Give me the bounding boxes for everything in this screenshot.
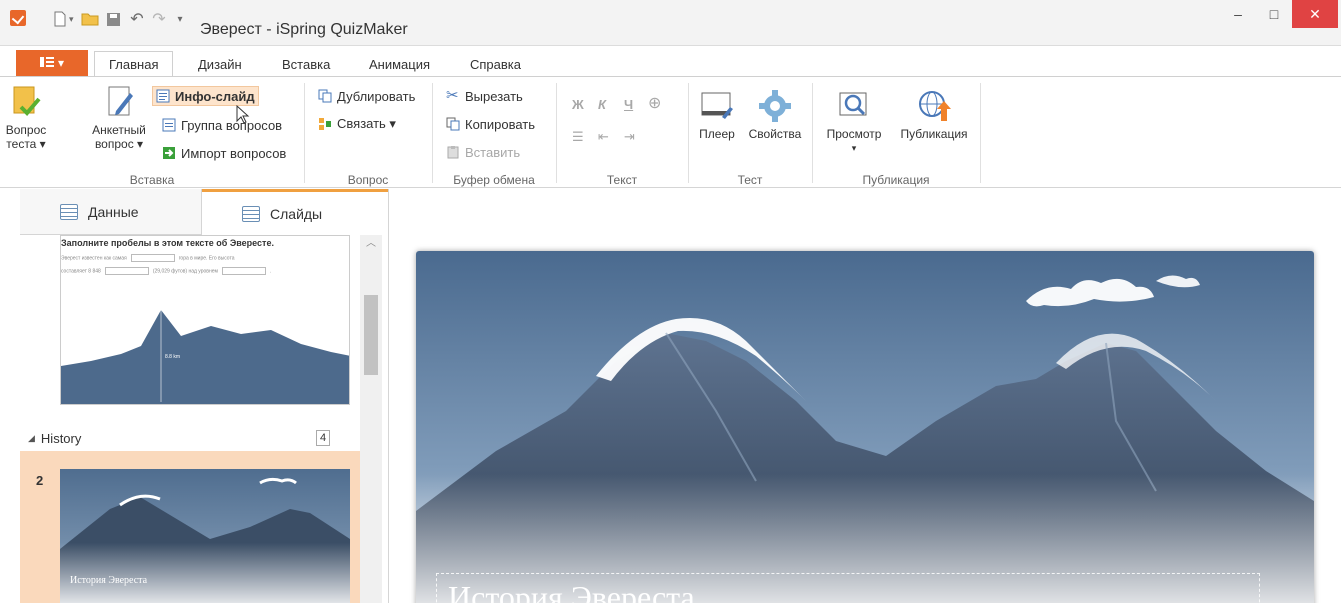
list-icon bbox=[60, 203, 78, 220]
ribbon: Вопрос теста ▾ Анкетный вопрос ▾ Инфо-сл… bbox=[0, 76, 1341, 188]
copy-icon bbox=[446, 117, 460, 131]
new-file-icon[interactable] bbox=[52, 11, 68, 27]
group-separator bbox=[556, 83, 557, 183]
decrease-indent-icon[interactable]: ⇤ bbox=[598, 129, 609, 145]
scissors-icon: ✂ bbox=[446, 87, 459, 104]
group-separator bbox=[980, 83, 981, 183]
group-label-insert: Вставка bbox=[129, 173, 175, 187]
copy-button[interactable]: Копировать bbox=[446, 114, 535, 134]
import-arrow-icon bbox=[163, 147, 175, 159]
section-slide-count: 4 bbox=[316, 430, 330, 446]
height-label: 8.8 km bbox=[165, 354, 181, 360]
slide-thumbnail-title: Заполните пробелы в этом тексте об Эвере… bbox=[61, 238, 274, 248]
bold-button[interactable]: Ж bbox=[572, 97, 584, 112]
group-separator bbox=[812, 83, 813, 183]
paste-icon bbox=[447, 146, 459, 159]
import-questions-button[interactable]: Импорт вопросов bbox=[162, 143, 286, 163]
new-file-dropdown-icon[interactable]: ▾ bbox=[69, 11, 74, 27]
question-group-icon bbox=[162, 118, 176, 132]
group-label-question: Вопрос bbox=[347, 173, 389, 187]
survey-question-button[interactable]: Анкетный вопрос ▾ bbox=[86, 85, 152, 151]
slide-title[interactable]: История Эвереста bbox=[448, 579, 695, 603]
close-button[interactable]: ✕ bbox=[1292, 0, 1338, 28]
menu-icon bbox=[39, 56, 54, 70]
tab-help[interactable]: Справка bbox=[456, 52, 535, 76]
mouse-cursor-icon bbox=[236, 105, 250, 124]
preview-icon bbox=[839, 92, 867, 116]
italic-button[interactable]: К bbox=[598, 97, 606, 112]
group-separator bbox=[432, 83, 433, 183]
vertical-scrollbar[interactable]: ︿ bbox=[360, 235, 382, 603]
group-label-publish: Публикация bbox=[862, 173, 930, 187]
collapse-arrow-icon[interactable]: ◢ bbox=[28, 433, 35, 444]
everest-background-image bbox=[416, 251, 1314, 603]
window-title: Эверест - iSpring QuizMaker bbox=[200, 21, 408, 38]
info-slide-icon bbox=[156, 89, 170, 103]
redo-icon[interactable]: ↷ bbox=[150, 11, 168, 28]
maximize-button[interactable]: □ bbox=[1254, 0, 1294, 28]
undo-icon[interactable]: ↶ bbox=[128, 11, 146, 28]
preview-button[interactable]: Просмотр ▾ bbox=[820, 89, 888, 155]
tab-data[interactable]: Данные bbox=[20, 189, 202, 235]
duplicate-icon bbox=[318, 89, 332, 103]
title-bar: ▾ ↶ ↷ ▾ Эверест - iSpring QuizMaker – □ … bbox=[0, 0, 1341, 46]
slides-panel: Данные Слайды Заполните пробелы в этом т… bbox=[20, 189, 389, 603]
tab-design[interactable]: Дизайн bbox=[184, 52, 256, 76]
slide-number: 2 bbox=[36, 473, 44, 488]
slide-thumbnail-text: Эверест известен как самая гора в мире. Е… bbox=[61, 254, 235, 262]
group-separator bbox=[304, 83, 305, 183]
quiz-question-button[interactable]: Вопрос теста ▾ bbox=[4, 85, 48, 151]
underline-button[interactable]: Ч bbox=[624, 97, 633, 112]
slide-thumbnail-text: составляет 8 848 (29,029 футов) над уровн… bbox=[61, 267, 272, 275]
survey-question-icon bbox=[108, 86, 133, 116]
properties-button[interactable]: Свойства bbox=[744, 89, 806, 141]
player-icon bbox=[701, 92, 733, 119]
slide-editor: История Эвереста bbox=[390, 189, 1341, 603]
minimize-button[interactable]: – bbox=[1218, 0, 1258, 28]
scrollbar-thumb[interactable] bbox=[364, 295, 378, 375]
gear-icon bbox=[759, 90, 791, 122]
group-separator bbox=[688, 83, 689, 183]
globe-upload-icon bbox=[919, 91, 951, 121]
slide-thumbnail-1[interactable]: Заполните пробелы в этом тексте об Эвере… bbox=[60, 235, 350, 405]
slide-canvas[interactable]: История Эвереста bbox=[416, 251, 1314, 603]
tab-animation[interactable]: Анимация bbox=[355, 52, 444, 76]
increase-indent-icon[interactable]: ⇥ bbox=[624, 129, 635, 145]
link-button[interactable]: Связать ▾ bbox=[318, 114, 396, 134]
duplicate-button[interactable]: Дублировать bbox=[318, 86, 415, 106]
file-menu-arrow: ▾ bbox=[57, 56, 65, 70]
tab-slides[interactable]: Слайды bbox=[202, 189, 388, 235]
section-name: History bbox=[40, 430, 82, 446]
slide-thumbnail-caption: История Эвереста bbox=[70, 575, 148, 586]
open-folder-icon[interactable] bbox=[80, 11, 100, 27]
player-button[interactable]: Плеер bbox=[694, 89, 740, 141]
cut-button[interactable]: ✂ Вырезать bbox=[446, 86, 523, 106]
ribbon-tab-strip: ▾ Главная Дизайн Вставка Анимация Справк… bbox=[0, 46, 1341, 77]
mountain-silhouette bbox=[61, 310, 349, 404]
group-label-clipboard: Буфер обмена bbox=[453, 173, 535, 187]
slides-icon bbox=[242, 205, 260, 222]
slide-thumbnail-2[interactable]: История Эвереста bbox=[60, 469, 350, 603]
quiz-question-icon bbox=[13, 86, 41, 116]
slide-thumbnail-2-selected[interactable]: 2 История Эвереста bbox=[20, 451, 360, 603]
file-menu-button[interactable]: ▾ bbox=[16, 50, 88, 76]
app-logo-icon bbox=[10, 10, 26, 26]
question-group-button[interactable]: Группа вопросов bbox=[162, 115, 282, 135]
section-header-history[interactable]: ◢ History 4 bbox=[20, 425, 360, 451]
group-label-text: Текст bbox=[606, 173, 638, 187]
bullets-icon[interactable]: ☰ bbox=[572, 129, 584, 145]
customize-quick-access-icon[interactable]: ▾ bbox=[174, 11, 186, 27]
save-icon[interactable] bbox=[104, 11, 122, 27]
link-icon bbox=[319, 118, 331, 130]
scroll-up-arrow-icon[interactable]: ︿ bbox=[360, 235, 382, 253]
group-label-test: Тест bbox=[737, 173, 763, 187]
tab-insert[interactable]: Вставка bbox=[268, 52, 344, 76]
paste-button[interactable]: Вставить bbox=[446, 142, 520, 162]
info-slide-button[interactable]: Инфо-слайд bbox=[152, 86, 259, 106]
hyperlink-icon[interactable]: ⊕ bbox=[648, 93, 661, 113]
tab-home[interactable]: Главная bbox=[94, 51, 174, 77]
publish-button[interactable]: Публикация bbox=[892, 89, 976, 141]
